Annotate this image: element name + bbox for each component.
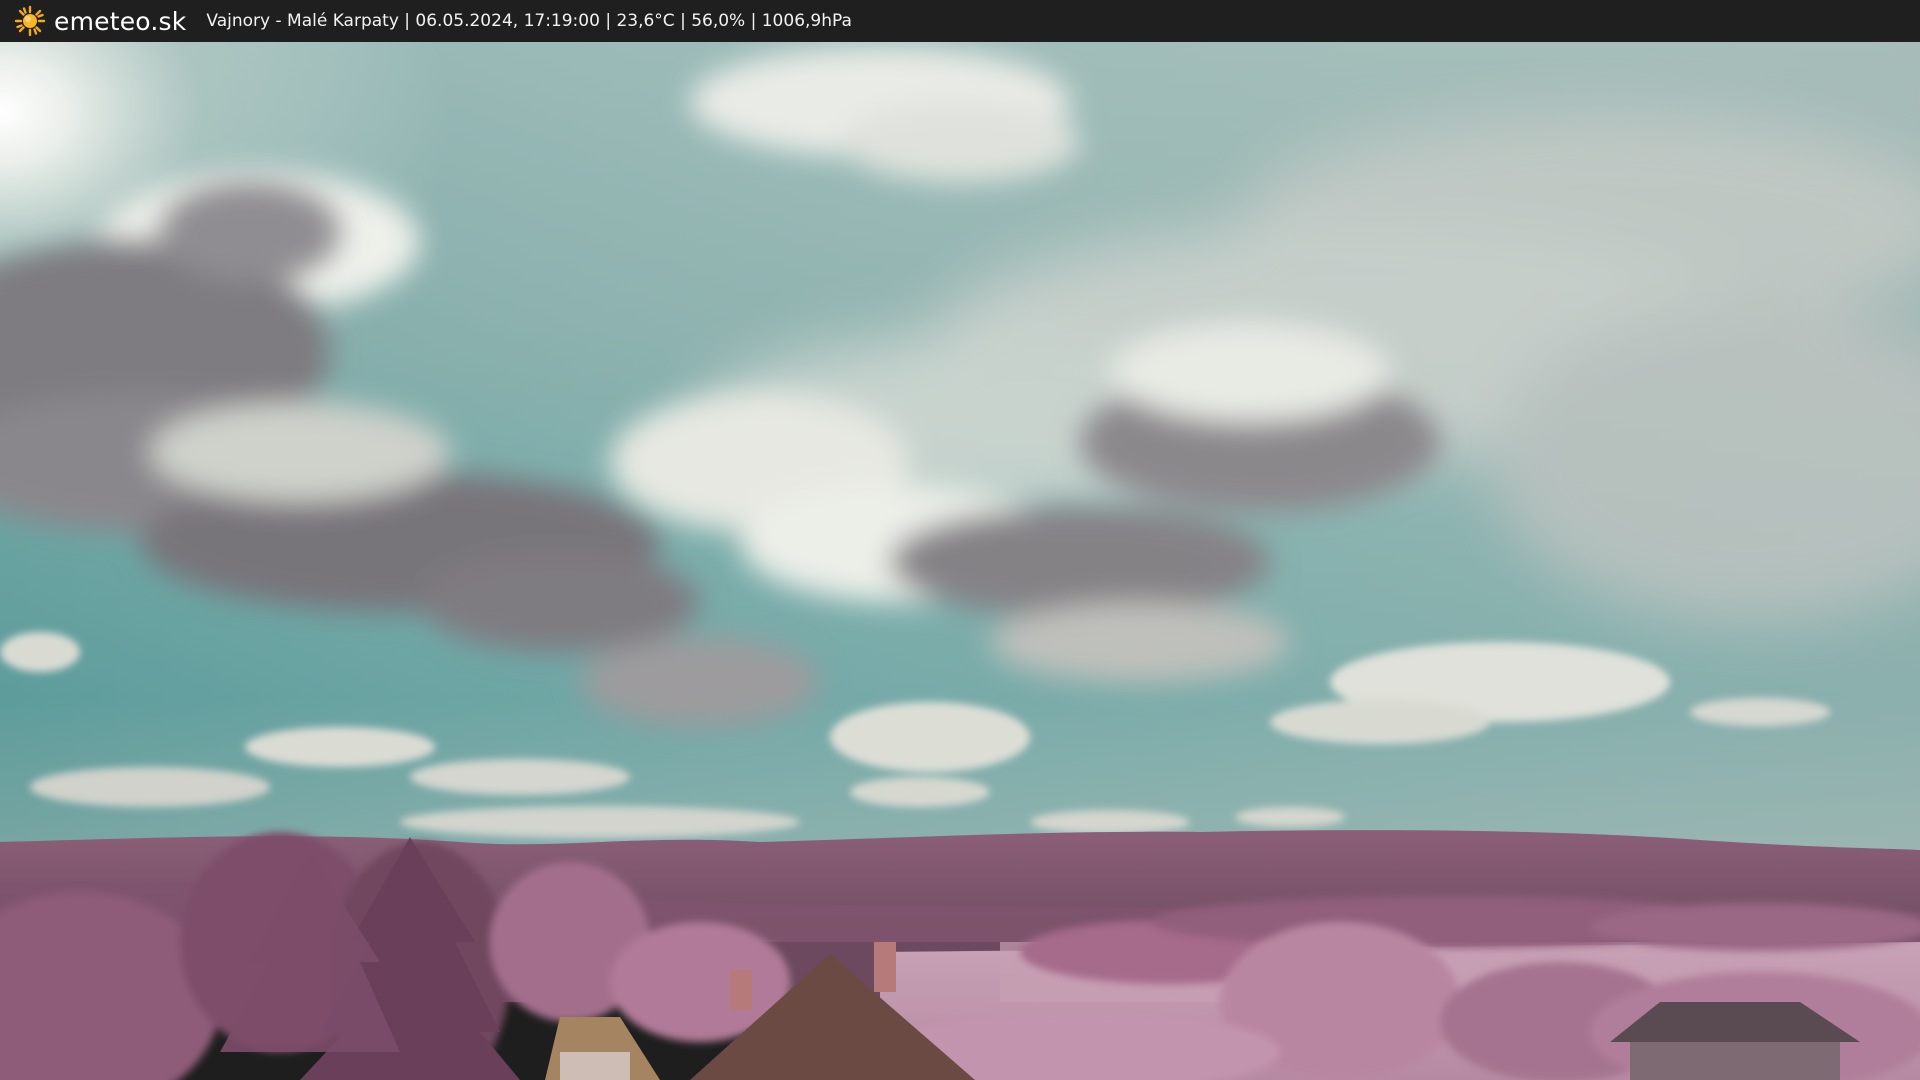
site-logo[interactable]: emeteo.sk — [14, 0, 186, 42]
logo-text: emeteo.sk — [54, 6, 187, 36]
webcam-image — [0, 42, 1920, 1080]
webcam-caption: Vajnory - Malé Karpaty | 06.05.2024, 17:… — [206, 11, 852, 31]
header-bar: emeteo.sk Vajnory - Malé Karpaty | 06.05… — [0, 0, 1920, 42]
sun-icon — [14, 5, 46, 37]
